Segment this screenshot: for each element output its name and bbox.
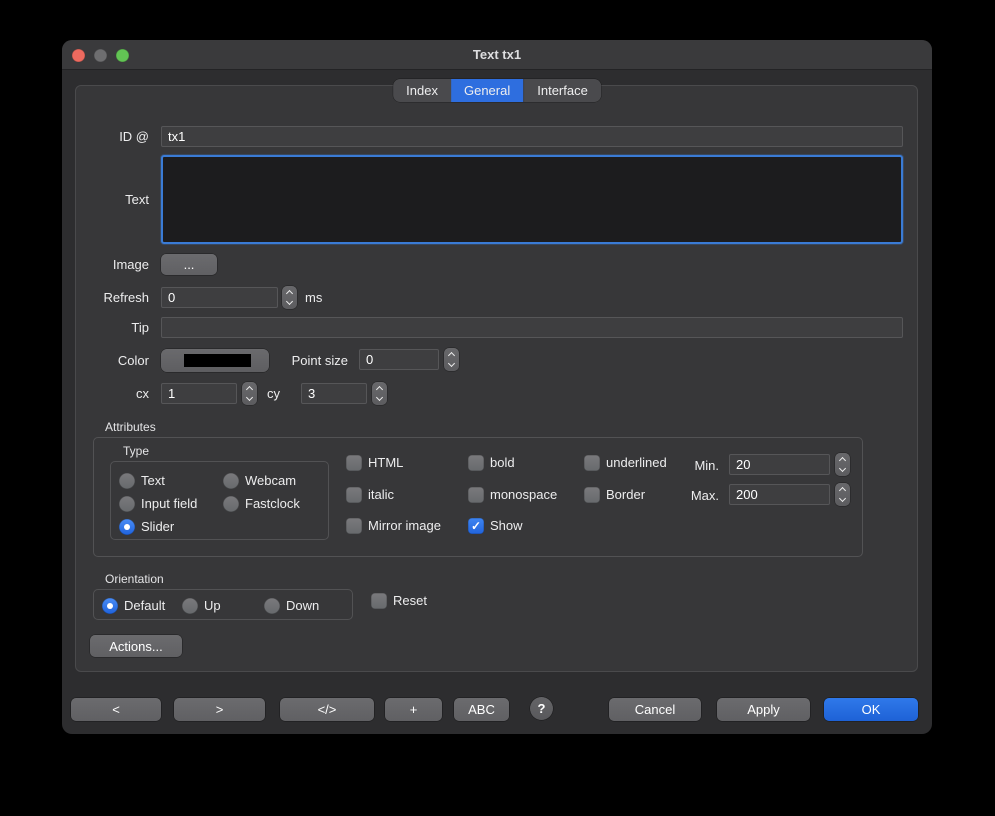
stepper-down-icon[interactable] xyxy=(286,298,293,305)
radio-type-fastclock[interactable]: Fastclock xyxy=(223,495,300,512)
refresh-label: Refresh xyxy=(76,287,149,308)
radio-selected-icon[interactable] xyxy=(102,598,118,614)
checkbox-html[interactable]: HTML xyxy=(346,454,403,471)
form-panel: ID @ Text Image ... Refresh ms Tip Color… xyxy=(75,85,918,672)
max-input[interactable] xyxy=(729,484,830,505)
tab-general[interactable]: General xyxy=(451,79,523,102)
max-stepper[interactable] xyxy=(835,483,850,506)
refresh-stepper[interactable] xyxy=(282,286,297,309)
checkbox-icon[interactable] xyxy=(584,487,600,503)
code-button[interactable]: </> xyxy=(280,698,374,721)
cx-input[interactable] xyxy=(161,383,237,404)
radio-icon[interactable] xyxy=(223,496,239,512)
min-stepper[interactable] xyxy=(835,453,850,476)
radio-type-input-field[interactable]: Input field xyxy=(119,495,197,512)
checkbox-icon[interactable] xyxy=(468,455,484,471)
next-button[interactable]: > xyxy=(174,698,265,721)
point-size-input[interactable] xyxy=(359,349,439,370)
checkbox-reset[interactable]: Reset xyxy=(371,592,427,609)
actions-button[interactable]: Actions... xyxy=(90,635,182,657)
radio-icon[interactable] xyxy=(119,473,135,489)
stepper-up-icon[interactable] xyxy=(376,386,383,393)
radio-orientation-up[interactable]: Up xyxy=(182,597,221,614)
tip-label: Tip xyxy=(76,317,149,338)
radio-icon[interactable] xyxy=(182,598,198,614)
radio-type-slider[interactable]: Slider xyxy=(119,518,174,535)
radio-icon[interactable] xyxy=(264,598,280,614)
checkbox-icon[interactable] xyxy=(346,518,362,534)
image-browse-button[interactable]: ... xyxy=(161,254,217,275)
titlebar[interactable]: Text tx1 xyxy=(62,40,932,70)
radio-type-webcam[interactable]: Webcam xyxy=(223,472,296,489)
desktop-background: Text tx1 Index General Interface ID @ Te… xyxy=(0,0,995,816)
window-title: Text tx1 xyxy=(62,40,932,70)
checkbox-checked-icon[interactable] xyxy=(468,518,484,534)
stepper-up-icon[interactable] xyxy=(839,457,846,464)
checkbox-bold[interactable]: bold xyxy=(468,454,515,471)
refresh-input[interactable] xyxy=(161,287,278,308)
tab-bar: Index General Interface xyxy=(393,79,601,102)
stepper-up-icon[interactable] xyxy=(448,352,455,359)
orientation-groupbox: Default Up Down xyxy=(93,589,353,620)
tab-index[interactable]: Index xyxy=(393,79,451,102)
checkbox-underlined[interactable]: underlined xyxy=(584,454,667,471)
cancel-button[interactable]: Cancel xyxy=(609,698,701,721)
tab-interface[interactable]: Interface xyxy=(523,79,601,102)
cy-input[interactable] xyxy=(301,383,367,404)
type-groupbox: Text Webcam Input field Fastclock xyxy=(110,461,329,540)
checkbox-show[interactable]: Show xyxy=(468,517,523,534)
radio-type-text[interactable]: Text xyxy=(119,472,165,489)
text-input[interactable] xyxy=(161,155,903,244)
image-label: Image xyxy=(76,254,149,275)
checkbox-italic[interactable]: italic xyxy=(346,486,394,503)
stepper-down-icon[interactable] xyxy=(839,465,846,472)
text-label: Text xyxy=(76,189,149,210)
color-label: Color xyxy=(76,350,149,371)
radio-selected-icon[interactable] xyxy=(119,519,135,535)
type-group-label: Type xyxy=(123,444,149,458)
checkbox-monospace[interactable]: monospace xyxy=(468,486,557,503)
add-button[interactable]: + xyxy=(385,698,442,721)
min-input[interactable] xyxy=(729,454,830,475)
radio-icon[interactable] xyxy=(223,473,239,489)
dialog-window: Text tx1 Index General Interface ID @ Te… xyxy=(62,40,932,734)
min-label: Min. xyxy=(664,455,719,476)
stepper-down-icon[interactable] xyxy=(839,495,846,502)
checkbox-border[interactable]: Border xyxy=(584,486,645,503)
stepper-down-icon[interactable] xyxy=(448,360,455,367)
prev-button[interactable]: < xyxy=(71,698,161,721)
point-size-label: Point size xyxy=(268,350,348,371)
checkbox-icon[interactable] xyxy=(346,487,362,503)
abc-button[interactable]: ABC xyxy=(454,698,509,721)
checkbox-mirror-image[interactable]: Mirror image xyxy=(346,517,441,534)
orientation-group-label: Orientation xyxy=(105,572,164,586)
id-input[interactable] xyxy=(161,126,903,147)
id-label: ID @ xyxy=(76,126,149,147)
checkbox-icon[interactable] xyxy=(584,455,600,471)
help-button[interactable]: ? xyxy=(530,697,553,720)
cy-label: cy xyxy=(244,383,280,404)
checkbox-icon[interactable] xyxy=(468,487,484,503)
stepper-up-icon[interactable] xyxy=(286,290,293,297)
attributes-groupbox: Type Text Webcam Input field xyxy=(93,437,863,557)
radio-orientation-down[interactable]: Down xyxy=(264,597,319,614)
apply-button[interactable]: Apply xyxy=(717,698,810,721)
ok-button[interactable]: OK xyxy=(824,698,918,721)
checkbox-icon[interactable] xyxy=(346,455,362,471)
radio-orientation-default[interactable]: Default xyxy=(102,597,165,614)
max-label: Max. xyxy=(664,485,719,506)
checkbox-icon[interactable] xyxy=(371,593,387,609)
tip-input[interactable] xyxy=(161,317,903,338)
cy-stepper[interactable] xyxy=(372,382,387,405)
stepper-up-icon[interactable] xyxy=(839,487,846,494)
radio-icon[interactable] xyxy=(119,496,135,512)
refresh-unit-label: ms xyxy=(305,287,322,308)
point-size-stepper[interactable] xyxy=(444,348,459,371)
attributes-group-label: Attributes xyxy=(105,420,156,434)
color-picker-button[interactable] xyxy=(161,349,269,372)
stepper-down-icon[interactable] xyxy=(376,394,383,401)
color-swatch xyxy=(184,354,251,367)
cx-label: cx xyxy=(76,383,149,404)
